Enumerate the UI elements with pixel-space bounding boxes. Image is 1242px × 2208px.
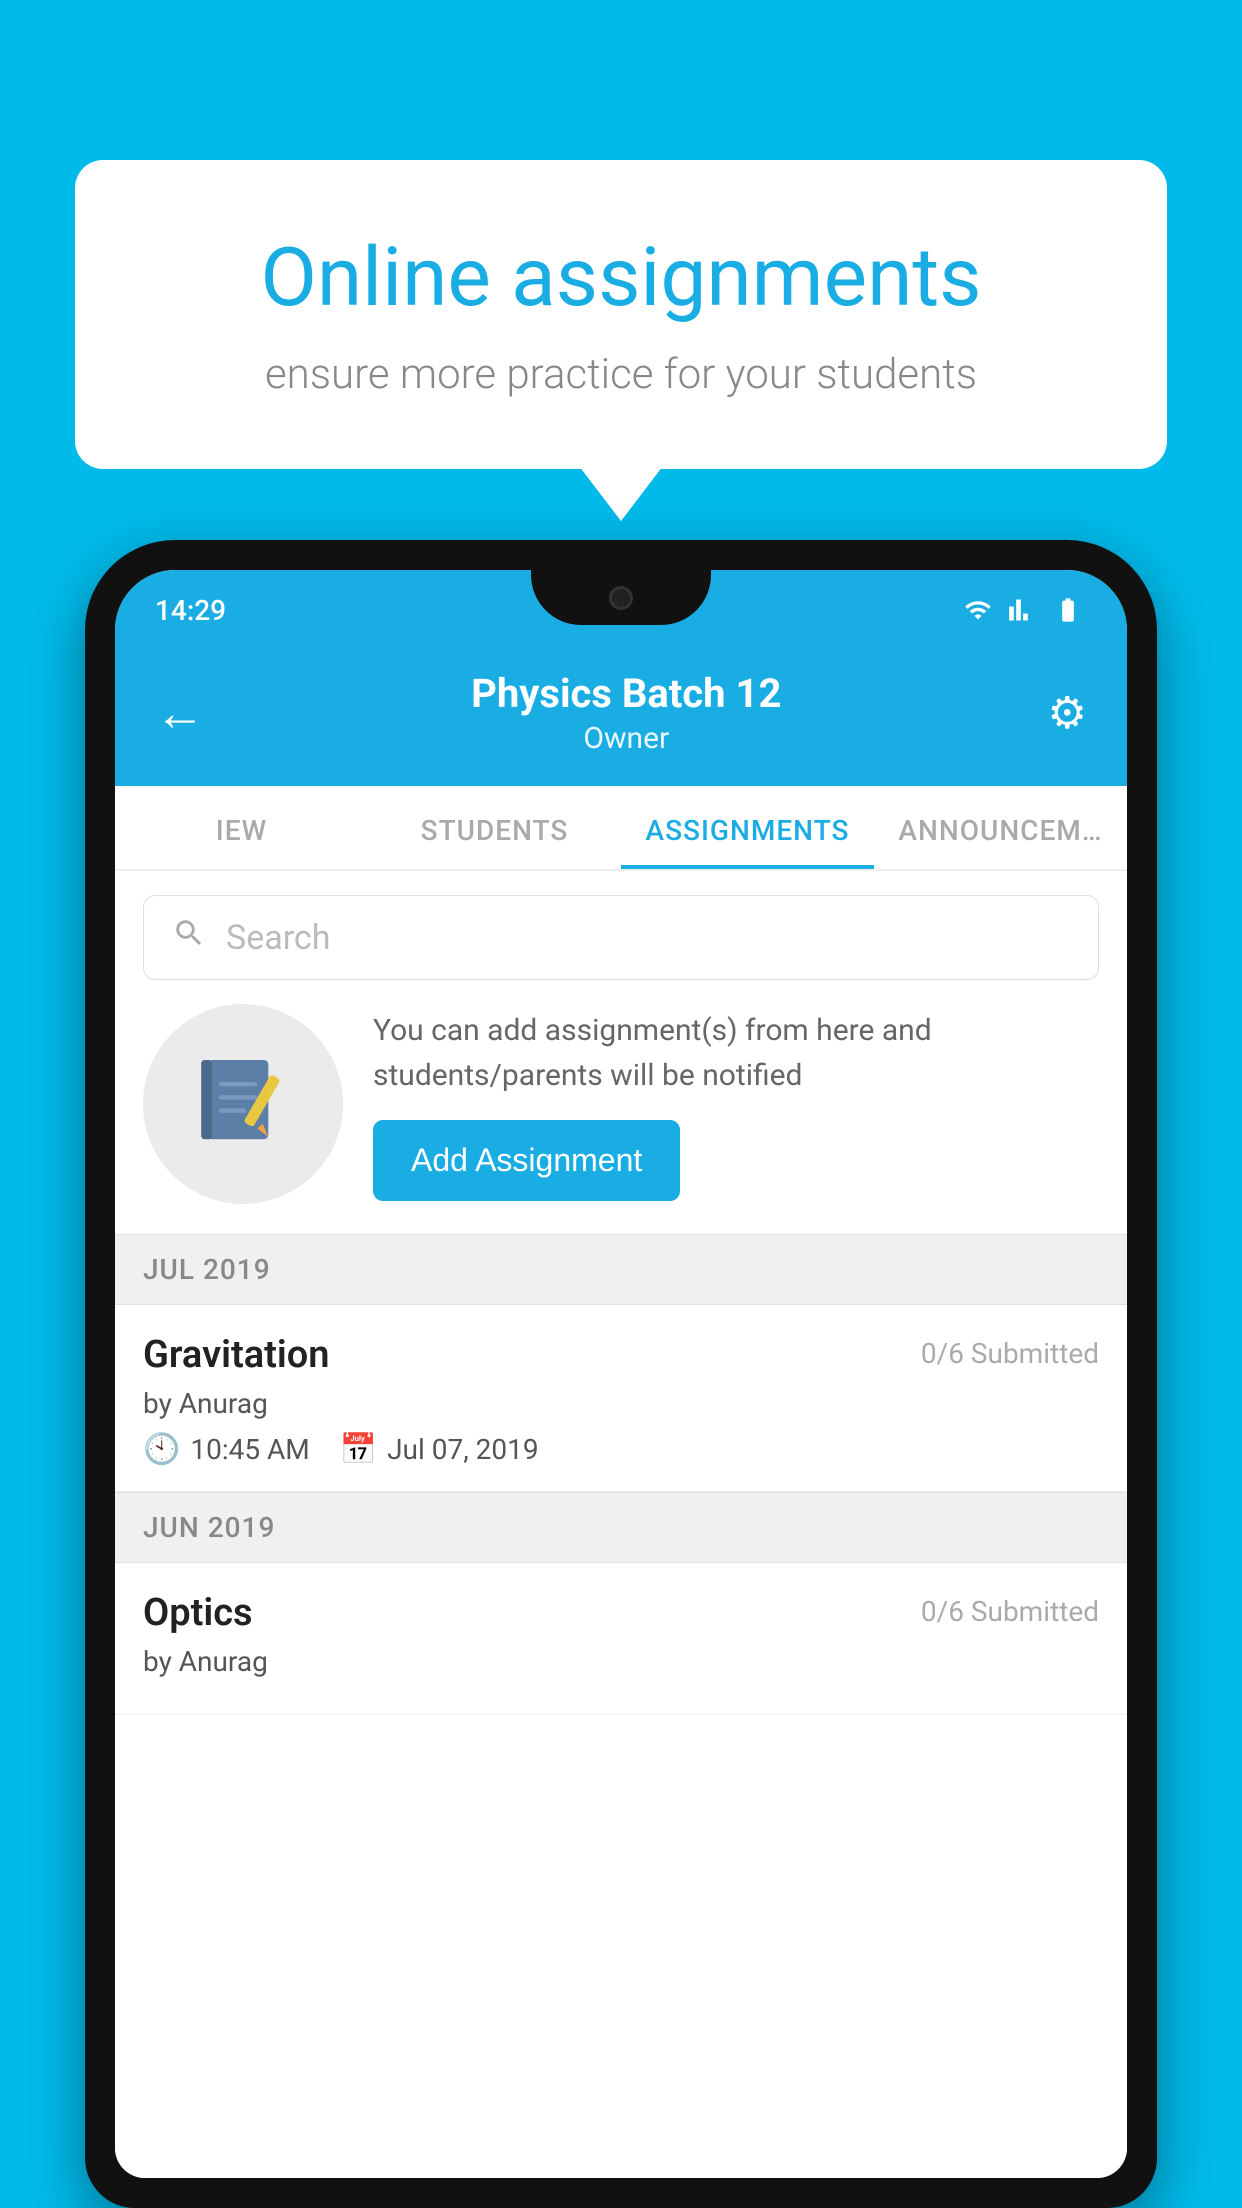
phone-content: Search xyxy=(115,871,1127,2178)
tab-students[interactable]: STUDENTS xyxy=(368,786,621,869)
assignment-top-row-optics: Optics 0/6 Submitted xyxy=(143,1591,1099,1635)
assignment-submitted-gravitation: 0/6 Submitted xyxy=(921,1337,1099,1370)
add-assignment-button[interactable]: Add Assignment xyxy=(373,1120,680,1201)
assignment-item-optics[interactable]: Optics 0/6 Submitted by Anurag xyxy=(115,1563,1127,1715)
search-placeholder: Search xyxy=(226,918,330,958)
section-header-jul: JUL 2019 xyxy=(115,1234,1127,1305)
assignment-date-value: Jul 07, 2019 xyxy=(387,1433,539,1466)
status-icons xyxy=(961,596,1087,624)
batch-title: Physics Batch 12 xyxy=(205,670,1048,717)
assignment-top-row: Gravitation 0/6 Submitted xyxy=(143,1333,1099,1377)
phone-frame: 14:29 ← Phys xyxy=(85,540,1157,2208)
tab-assignments[interactable]: ASSIGNMENTS xyxy=(621,786,874,869)
notch-cutout xyxy=(531,570,711,625)
promo-right: You can add assignment(s) from here and … xyxy=(373,1008,1099,1201)
tabs-bar: IEW STUDENTS ASSIGNMENTS ANNOUNCEM… xyxy=(115,786,1127,871)
battery-icon xyxy=(1049,596,1087,624)
assignment-date-gravitation: 📅 Jul 07, 2019 xyxy=(340,1432,539,1467)
search-icon xyxy=(172,916,206,959)
notebook-icon xyxy=(188,1049,298,1159)
assignment-title-gravitation: Gravitation xyxy=(143,1333,330,1377)
phone-inner: 14:29 ← Phys xyxy=(115,570,1127,2178)
assignment-by-optics: by Anurag xyxy=(143,1645,1099,1678)
app-header: ← Physics Batch 12 Owner ⚙ xyxy=(115,650,1127,786)
wifi-icon xyxy=(961,596,995,624)
back-button[interactable]: ← xyxy=(155,684,205,743)
speech-bubble-subtitle: ensure more practice for your students xyxy=(155,350,1087,399)
assignment-title-optics: Optics xyxy=(143,1591,253,1635)
assignment-meta-gravitation: 🕙 10:45 AM 📅 Jul 07, 2019 xyxy=(143,1432,1099,1467)
speech-bubble: Online assignments ensure more practice … xyxy=(75,160,1167,469)
section-header-jun: JUN 2019 xyxy=(115,1492,1127,1563)
promo-icon-circle xyxy=(143,1004,343,1204)
assignment-submitted-optics: 0/6 Submitted xyxy=(921,1595,1099,1628)
calendar-icon: 📅 xyxy=(340,1432,377,1467)
signal-icon xyxy=(1007,596,1037,624)
tab-iew[interactable]: IEW xyxy=(115,786,368,869)
speech-bubble-title: Online assignments xyxy=(155,230,1087,326)
tab-announcements[interactable]: ANNOUNCEM… xyxy=(874,786,1127,869)
settings-button[interactable]: ⚙ xyxy=(1048,687,1087,739)
assignment-item-gravitation[interactable]: Gravitation 0/6 Submitted by Anurag 🕙 10… xyxy=(115,1305,1127,1492)
assignment-by-gravitation: by Anurag xyxy=(143,1387,1099,1420)
assignment-time-gravitation: 🕙 10:45 AM xyxy=(143,1432,310,1467)
assignment-time-value: 10:45 AM xyxy=(190,1433,309,1466)
header-title-block: Physics Batch 12 Owner xyxy=(205,670,1048,756)
clock-icon: 🕙 xyxy=(143,1432,180,1467)
search-bar[interactable]: Search xyxy=(143,895,1099,980)
camera xyxy=(609,586,633,610)
speech-bubble-container: Online assignments ensure more practice … xyxy=(75,160,1167,469)
add-assignment-promo: You can add assignment(s) from here and … xyxy=(143,1004,1099,1204)
owner-label: Owner xyxy=(205,721,1048,756)
promo-description: You can add assignment(s) from here and … xyxy=(373,1008,1099,1098)
status-bar: 14:29 xyxy=(115,570,1127,650)
status-time: 14:29 xyxy=(155,594,226,627)
